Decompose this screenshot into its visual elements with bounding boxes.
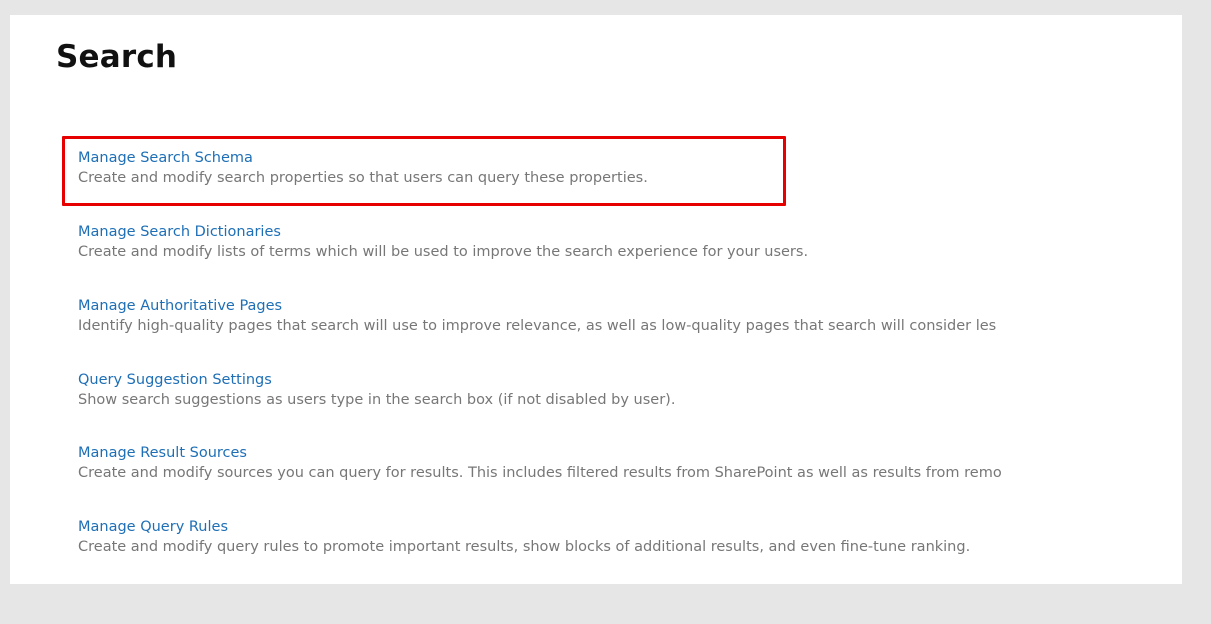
- list-item-query-suggestion-settings: Query Suggestion Settings Show search su…: [78, 370, 1182, 410]
- manage-result-sources-description: Create and modify sources you can query …: [78, 465, 1002, 481]
- list-item-manage-query-rules: Manage Query Rules Create and modify que…: [78, 517, 1182, 557]
- manage-authoritative-pages-link[interactable]: Manage Authoritative Pages: [78, 296, 1182, 316]
- page-title: Search: [56, 39, 178, 75]
- manage-search-schema-description: Create and modify search properties so t…: [78, 170, 648, 186]
- manage-search-schema-link[interactable]: Manage Search Schema: [78, 148, 1182, 168]
- manage-authoritative-pages-description: Identify high-quality pages that search …: [78, 318, 997, 334]
- query-suggestion-settings-description: Show search suggestions as users type in…: [78, 392, 676, 408]
- list-item-manage-search-schema: Manage Search Schema Create and modify s…: [78, 148, 1182, 188]
- list-item-manage-result-sources: Manage Result Sources Create and modify …: [78, 443, 1182, 483]
- manage-result-sources-link[interactable]: Manage Result Sources: [78, 443, 1182, 463]
- query-suggestion-settings-link[interactable]: Query Suggestion Settings: [78, 370, 1182, 390]
- search-settings-panel: Search Manage Search Schema Create and m…: [10, 15, 1182, 584]
- manage-search-dictionaries-description: Create and modify lists of terms which w…: [78, 244, 809, 260]
- list-item-manage-authoritative-pages: Manage Authoritative Pages Identify high…: [78, 296, 1182, 336]
- list-item-manage-search-dictionaries: Manage Search Dictionaries Create and mo…: [78, 222, 1182, 262]
- manage-search-dictionaries-link[interactable]: Manage Search Dictionaries: [78, 222, 1182, 242]
- manage-query-rules-link[interactable]: Manage Query Rules: [78, 517, 1182, 537]
- manage-query-rules-description: Create and modify query rules to promote…: [78, 539, 971, 555]
- page-background: Search Manage Search Schema Create and m…: [0, 0, 1211, 624]
